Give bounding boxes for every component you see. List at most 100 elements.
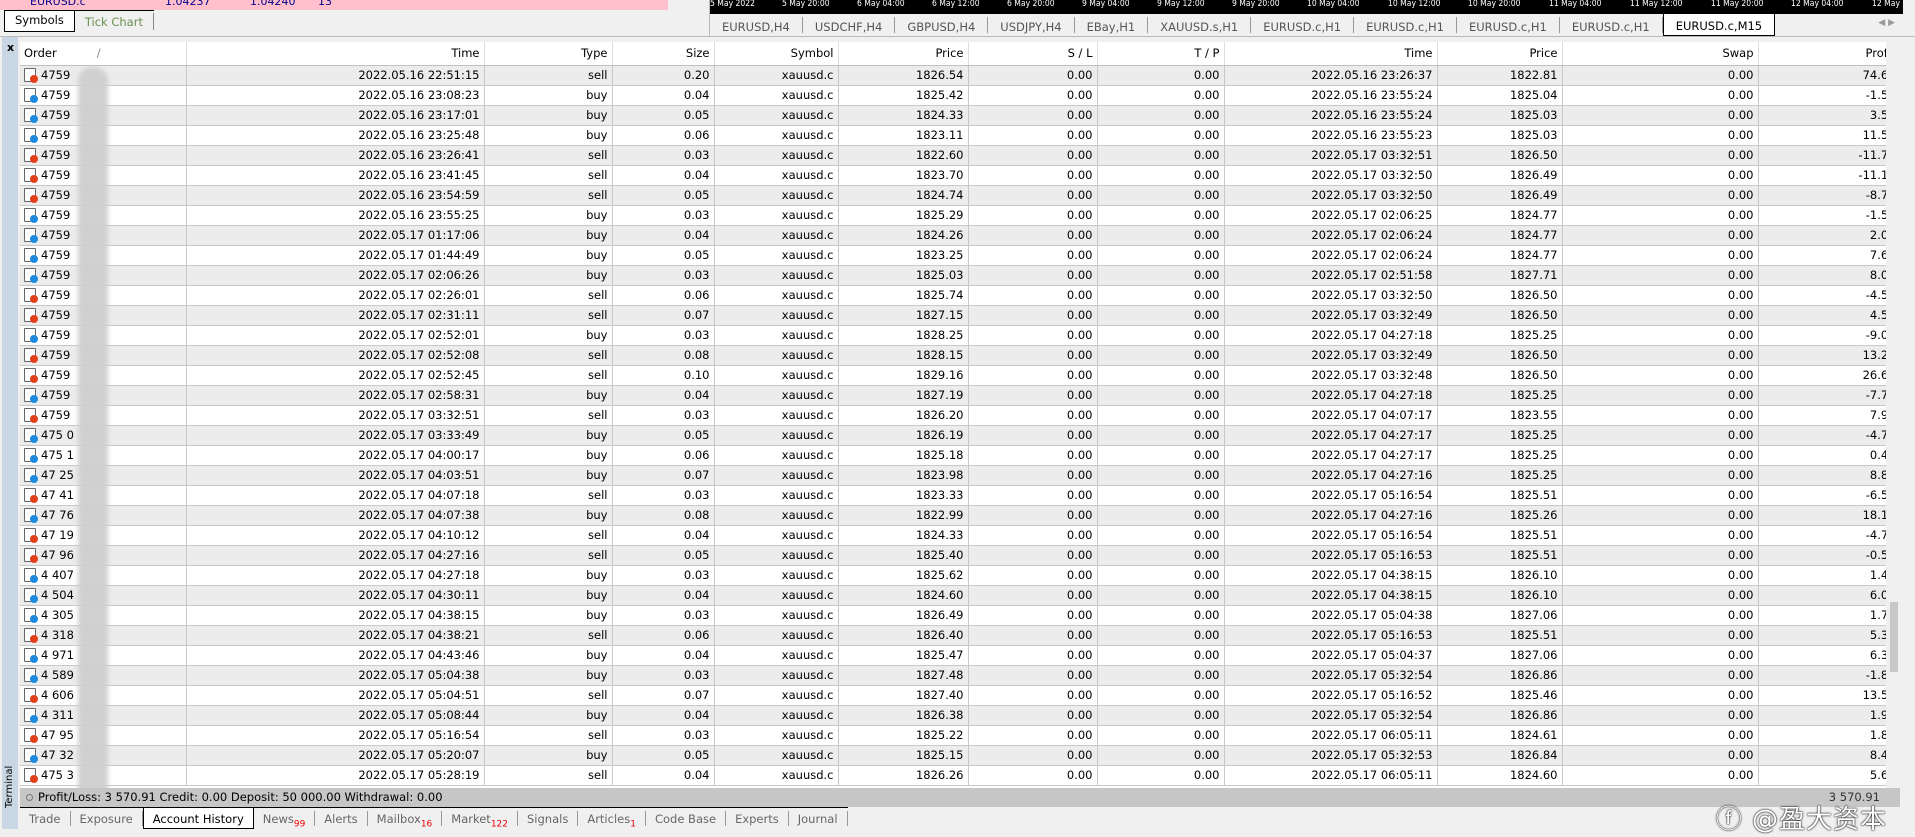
cell-tp: 0.00	[1097, 645, 1225, 666]
column-header[interactable]: Type	[484, 42, 613, 66]
cell-symbol: xauusd.c	[714, 645, 839, 666]
table-row[interactable]: 47 76 2022.05.17 04:07:38 buy 0.08 xauusd.c 1…	[20, 505, 1900, 526]
cell-type: buy	[484, 85, 613, 106]
tab-tick-chart[interactable]: Tick Chart	[75, 13, 154, 30]
table-row[interactable]: 47 95 2022.05.17 05:16:54 sell 0.03 xauusd.c…	[20, 725, 1900, 746]
table-row[interactable]: 475 1 2022.05.17 04:00:17 buy 0.06 xauusd.c 1…	[20, 445, 1900, 466]
tab-market[interactable]: Market122	[442, 811, 518, 829]
scrollbar-thumb[interactable]	[1890, 602, 1898, 672]
table-row[interactable]: 4759 2022.05.17 02:52:08 sell 0.08 xauusd.c 1…	[20, 345, 1900, 366]
column-header[interactable]: T / P	[1097, 42, 1225, 66]
cell-sl: 0.00	[968, 145, 1098, 166]
table-row[interactable]: 4759 2022.05.16 23:25:48 buy 0.06 xauusd.c 18…	[20, 125, 1900, 146]
cell-time: 2022.05.17 02:52:08	[186, 345, 485, 366]
column-header[interactable]: Price	[838, 42, 969, 66]
cell-price: 1826.40	[838, 625, 969, 646]
column-header[interactable]: Symbol	[714, 42, 839, 66]
cell-type: buy	[484, 245, 613, 266]
table-row[interactable]: 4 606 2022.05.17 05:04:51 sell 0.07 xauusd.c…	[20, 685, 1900, 706]
chart-tab[interactable]: EBay,H1	[1075, 17, 1149, 33]
cell-time: 2022.05.17 06:05:11	[1224, 765, 1438, 786]
table-row[interactable]: 4 311 2022.05.17 05:08:44 buy 0.04 xauusd.c 1…	[20, 705, 1900, 726]
tab-alerts[interactable]: Alerts	[315, 811, 368, 826]
table-row[interactable]: 47 96 2022.05.17 04:27:16 sell 0.05 xauusd.c…	[20, 545, 1900, 566]
chart-tab[interactable]: EURUSD.c,H1	[1354, 17, 1457, 33]
tab-journal[interactable]: Journal	[789, 811, 848, 826]
redaction-blur	[78, 67, 108, 788]
table-row[interactable]: 4 504 2022.05.17 04:30:11 buy 0.04 xauusd.c 1…	[20, 585, 1900, 606]
table-row[interactable]: 4 318 2022.05.17 04:38:21 sell 0.06 xauusd.c…	[20, 625, 1900, 646]
table-row[interactable]: 4 407 2022.05.17 04:27:18 buy 0.03 xauusd.c 1…	[20, 565, 1900, 586]
table-row[interactable]: 4759 2022.05.17 02:06:26 buy 0.03 xauusd.c 18…	[20, 265, 1900, 286]
tab-mailbox[interactable]: Mailbox16	[368, 811, 443, 829]
tab-articles[interactable]: Articles1	[578, 811, 646, 829]
column-header[interactable]: Time	[186, 42, 485, 66]
table-row[interactable]: 47 25 2022.05.17 04:03:51 buy 0.07 xauusd.c 1…	[20, 465, 1900, 486]
chart-tab[interactable]: XAUUSD.s,H1	[1148, 17, 1252, 33]
table-row[interactable]: 4 305 2022.05.17 04:38:15 buy 0.03 xauusd.c 1…	[20, 605, 1900, 626]
tab-scroll-arrows[interactable]: ◀ ▶	[1878, 18, 1895, 28]
cell-symbol: xauusd.c	[714, 265, 839, 286]
cell-tp: 0.00	[1097, 505, 1225, 526]
table-row[interactable]: 4759 2022.05.17 02:52:45 sell 0.10 xauusd.c 1…	[20, 365, 1900, 386]
tab-label: Articles	[587, 812, 631, 826]
cell-time: 2022.05.17 04:07:18	[186, 485, 485, 506]
cell-profit: 1.83	[1758, 725, 1900, 746]
table-row[interactable]: 4759 2022.05.16 23:17:01 buy 0.05 xauusd.c 18…	[20, 105, 1900, 126]
table-row[interactable]: 4759 2022.05.17 02:26:01 sell 0.06 xauusd.c 1…	[20, 285, 1900, 306]
table-row[interactable]: 4759 2022.05.16 22:51:15 sell 0.20 xauusd.c 1…	[20, 65, 1900, 86]
cell-price: 1826.19	[838, 425, 969, 446]
cell-time: 2022.05.17 05:04:51	[186, 685, 485, 706]
column-header[interactable]: S / L	[968, 42, 1098, 66]
table-row[interactable]: 4759 2022.05.17 02:58:31 buy 0.04 xauusd.c 18…	[20, 385, 1900, 406]
tab-experts[interactable]: Experts	[726, 811, 789, 826]
table-row[interactable]: 47 41 2022.05.17 04:07:18 sell 0.03 xauusd.c…	[20, 485, 1900, 506]
column-header[interactable]: Order /	[20, 42, 187, 66]
symbol-row[interactable]: EURUSD.c 1.04237 1.04240 13	[0, 0, 668, 10]
chart-tab[interactable]: EURUSD.c,M15	[1662, 14, 1776, 36]
close-icon[interactable]: x	[7, 41, 14, 54]
column-header[interactable]: Size	[612, 42, 715, 66]
table-row[interactable]: 4759 2022.05.17 01:44:49 buy 0.05 xauusd.c 18…	[20, 245, 1900, 266]
tab-account-history[interactable]: Account History	[142, 808, 254, 829]
cell-size: 0.03	[612, 405, 715, 426]
tab-trade[interactable]: Trade	[20, 811, 71, 826]
chart-tab[interactable]: USDCHF,H4	[803, 17, 896, 33]
cell-sl: 0.00	[968, 385, 1098, 406]
table-row[interactable]: 47 19 2022.05.17 04:10:12 sell 0.04 xauusd.c…	[20, 525, 1900, 546]
chart-tab[interactable]: EURUSD.c,H1	[1560, 17, 1663, 33]
column-header[interactable]: Time	[1224, 42, 1438, 66]
tab-code-base[interactable]: Code Base	[646, 811, 727, 826]
column-header[interactable]: Profit	[1758, 42, 1900, 66]
table-row[interactable]: 4759 2022.05.17 02:52:01 buy 0.03 xauusd.c 18…	[20, 325, 1900, 346]
table-row[interactable]: 4759 2022.05.17 02:31:11 sell 0.07 xauusd.c 1…	[20, 305, 1900, 326]
cell-price: 1825.25	[1437, 465, 1563, 486]
column-header[interactable]: Swap	[1562, 42, 1759, 66]
tab-news[interactable]: News99	[254, 811, 316, 829]
table-row[interactable]: 47 32 2022.05.17 05:20:07 buy 0.05 xauusd.c 1…	[20, 745, 1900, 766]
cell-symbol: xauusd.c	[714, 725, 839, 746]
chart-tab[interactable]: USDJPY,H4	[988, 17, 1075, 33]
chart-tab[interactable]: EURUSD.c,H1	[1251, 17, 1355, 33]
column-header[interactable]: Price	[1437, 42, 1563, 66]
vertical-scrollbar[interactable]	[1886, 42, 1900, 788]
tab-label: Signals	[527, 812, 569, 826]
chart-tab[interactable]: EURUSD.c,H1	[1457, 17, 1560, 33]
cell-profit: -11.16	[1758, 165, 1900, 186]
tab-signals[interactable]: Signals	[518, 811, 579, 826]
table-row[interactable]: 475 0 2022.05.17 03:33:49 buy 0.05 xauusd.c 1…	[20, 425, 1900, 446]
tab-exposure[interactable]: Exposure	[71, 811, 143, 826]
table-row[interactable]: 4 971 2022.05.17 04:43:46 buy 0.04 xauusd.c 1…	[20, 645, 1900, 666]
chart-tab[interactable]: EURUSD,H4	[710, 17, 803, 33]
table-row[interactable]: 4759 2022.05.16 23:55:25 buy 0.03 xauusd.c 18…	[20, 205, 1900, 226]
tab-symbols[interactable]: Symbols	[4, 11, 75, 32]
table-row[interactable]: 4759 2022.05.16 23:26:41 sell 0.03 xauusd.c 1…	[20, 145, 1900, 166]
table-row[interactable]: 4 589 2022.05.17 05:04:38 buy 0.03 xauusd.c 1…	[20, 665, 1900, 686]
chart-tab[interactable]: GBPUSD,H4	[895, 17, 989, 33]
table-row[interactable]: 4759 2022.05.16 23:41:45 sell 0.04 xauusd.c 1…	[20, 165, 1900, 186]
table-row[interactable]: 4759 2022.05.16 23:54:59 sell 0.05 xauusd.c 1…	[20, 185, 1900, 206]
table-row[interactable]: 4759 2022.05.17 03:32:51 sell 0.03 xauusd.c 1…	[20, 405, 1900, 426]
table-row[interactable]: 4759 2022.05.17 01:17:06 buy 0.04 xauusd.c 18…	[20, 225, 1900, 246]
table-row[interactable]: 4759 2022.05.16 23:08:23 buy 0.04 xauusd.c 18…	[20, 85, 1900, 106]
table-row[interactable]: 475 3 2022.05.17 05:28:19 sell 0.04 xauusd.c…	[20, 765, 1900, 786]
